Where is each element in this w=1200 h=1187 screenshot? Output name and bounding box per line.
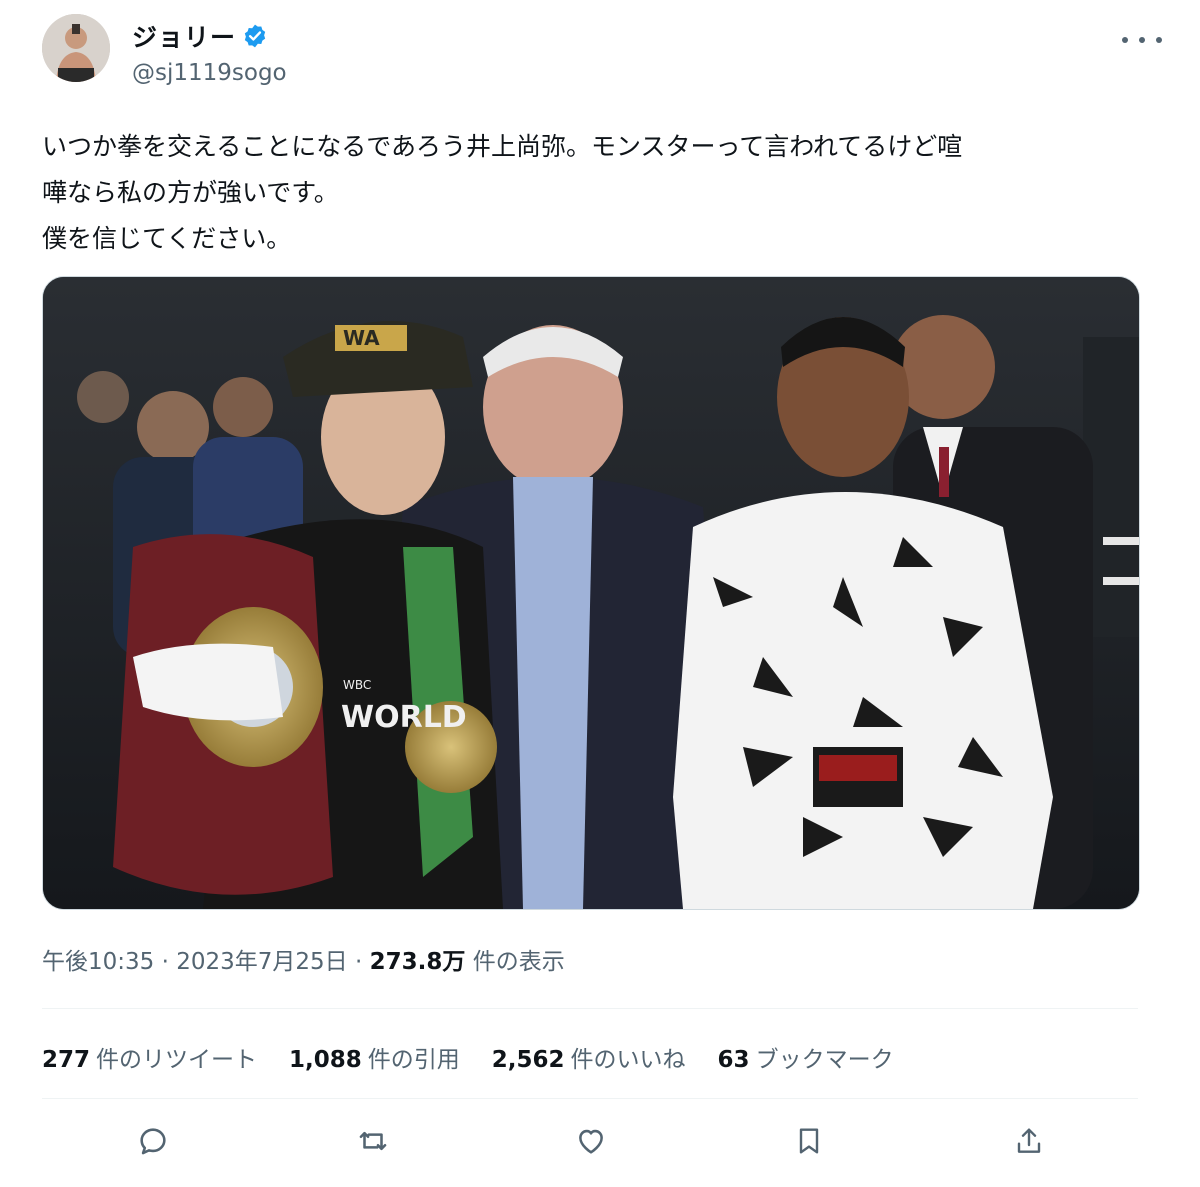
belt-badge: WBC bbox=[343, 678, 371, 692]
avatar[interactable] bbox=[42, 14, 110, 82]
tweet-meta: 午後10:35 · 2023年7月25日 · 273.8万 件の表示 bbox=[42, 942, 565, 976]
separator: · bbox=[354, 949, 363, 975]
tweet-text-line: 嘩なら私の方が強いです。 bbox=[42, 178, 339, 207]
views-count: 273.8万 bbox=[369, 949, 466, 975]
divider bbox=[42, 1008, 1138, 1009]
retweets-stat[interactable]: 277 件のリツイート bbox=[42, 1040, 257, 1074]
tweet-text-line: 僕を信じてください。 bbox=[42, 224, 292, 253]
separator: · bbox=[161, 949, 169, 975]
tweet-text: いつか拳を交えることになるであろう井上尚弥。モンスターって言われてるけど喧 嘩な… bbox=[42, 124, 1152, 262]
tweet-photo[interactable]: WA WORLD WBC bbox=[42, 276, 1140, 910]
bookmarks-stat[interactable]: 63 ブックマーク bbox=[718, 1040, 894, 1074]
user-handle[interactable]: @sj1119sogo bbox=[132, 60, 287, 86]
tweet-text-line: いつか拳を交えることになるであろう井上尚弥。モンスターって言われてるけど喧 bbox=[42, 132, 963, 161]
action-bar bbox=[42, 1118, 1138, 1164]
likes-stat[interactable]: 2,562 件のいいね bbox=[492, 1040, 686, 1074]
cap-text: WA bbox=[343, 326, 380, 350]
views-label: 件の表示 bbox=[472, 949, 565, 975]
tweet-time[interactable]: 午後10:35 bbox=[42, 949, 154, 975]
verified-badge-icon bbox=[244, 24, 266, 48]
quotes-stat[interactable]: 1,088 件の引用 bbox=[289, 1040, 460, 1074]
bookmark-icon[interactable] bbox=[786, 1118, 832, 1164]
share-icon[interactable] bbox=[1006, 1118, 1052, 1164]
divider bbox=[42, 1098, 1138, 1099]
heart-icon[interactable] bbox=[568, 1118, 614, 1164]
belt-text: WORLD bbox=[341, 700, 467, 735]
engagement-stats: 277 件のリツイート 1,088 件の引用 2,562 件のいいね 63 ブックマーク bbox=[42, 1040, 926, 1074]
more-icon[interactable] bbox=[1122, 28, 1162, 52]
retweet-icon[interactable] bbox=[350, 1118, 396, 1164]
tweet-header: ジョリー @sj1119sogo bbox=[42, 14, 1162, 94]
display-name[interactable]: ジョリー bbox=[132, 18, 236, 54]
reply-icon[interactable] bbox=[130, 1118, 176, 1164]
name-row: ジョリー bbox=[132, 18, 268, 54]
tweet-date[interactable]: 2023年7月25日 bbox=[176, 949, 347, 975]
